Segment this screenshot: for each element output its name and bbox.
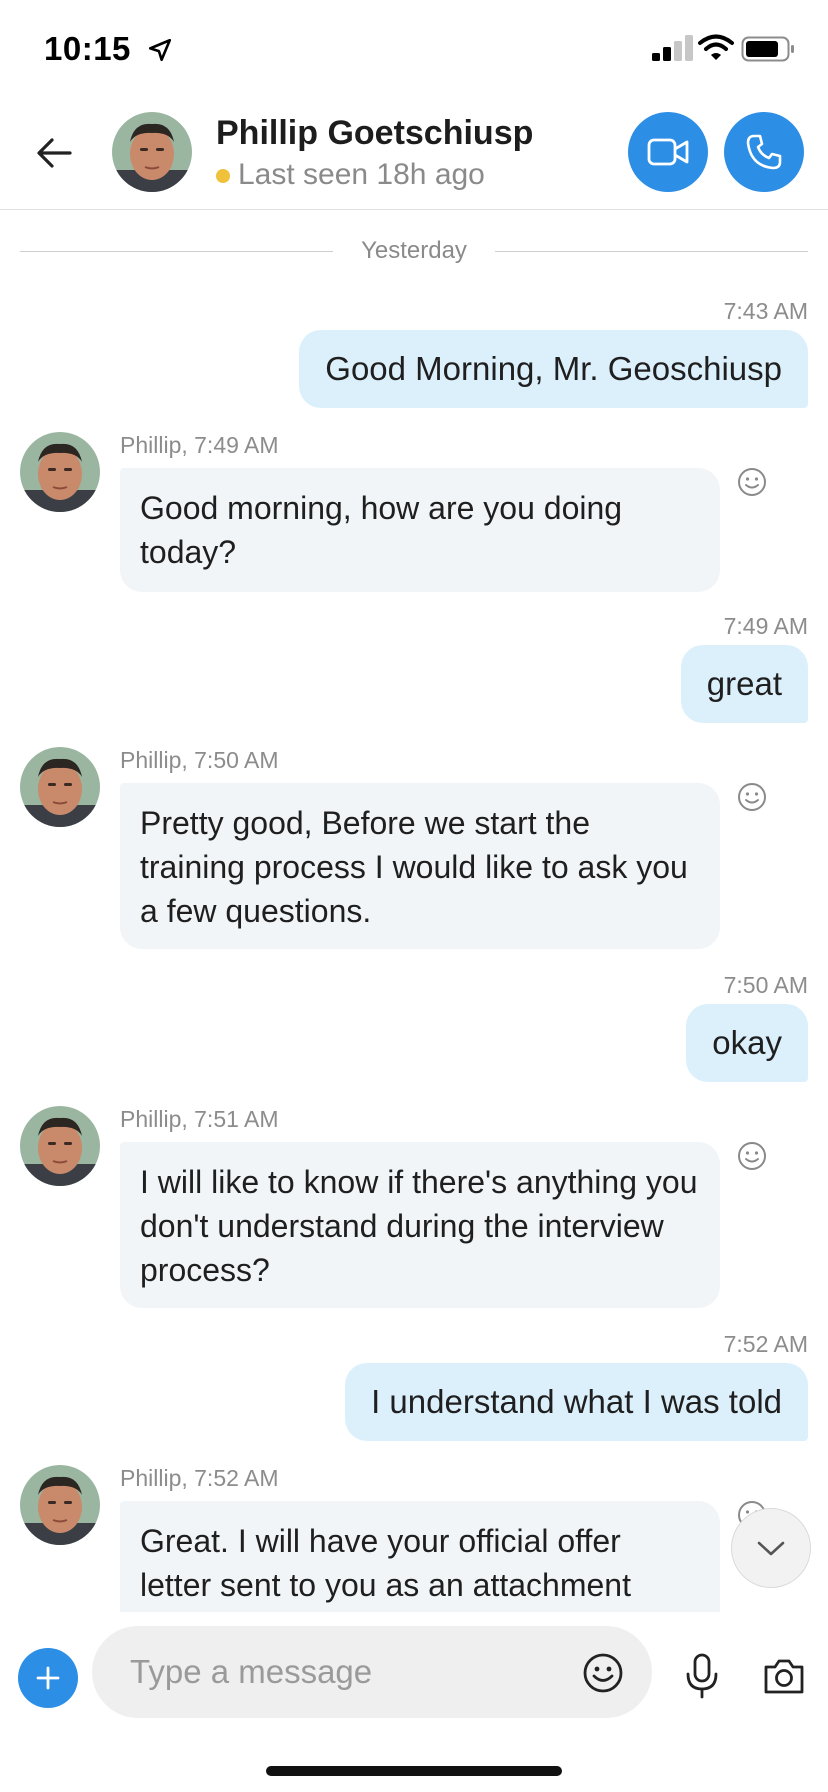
microphone-icon[interactable] [684, 1652, 720, 1700]
status-time-text: 10:15 [44, 30, 131, 67]
message-text: okay [712, 1024, 782, 1061]
message-text: I will like to know if there's anything … [140, 1164, 698, 1288]
message-text: Good Morning, Mr. Geoschiusp [325, 350, 782, 387]
incoming-message-bubble[interactable]: Pretty good, Before we start the trainin… [120, 783, 720, 949]
outgoing-message-time: 7:50 AM [723, 972, 808, 998]
status-time: 10:15 [44, 30, 173, 68]
smiley-react-icon[interactable] [736, 1140, 768, 1172]
battery-icon [741, 36, 794, 62]
video-call-button[interactable] [628, 112, 708, 192]
sender-avatar[interactable] [20, 747, 100, 827]
avatar-face-image [20, 747, 100, 827]
audio-call-button[interactable] [724, 112, 804, 192]
contact-avatar[interactable] [112, 112, 192, 192]
outgoing-message-time: 7:43 AM [723, 298, 808, 324]
chevron-down-icon [757, 1541, 785, 1556]
smiley-react-icon[interactable] [736, 466, 768, 498]
incoming-message-bubble[interactable]: Great. I will have your official offer l… [120, 1501, 720, 1612]
message-text: Pretty good, Before we start the trainin… [140, 805, 688, 929]
add-attachment-button[interactable] [18, 1648, 78, 1708]
video-camera-icon [647, 138, 689, 166]
outgoing-message-bubble[interactable]: okay [686, 1004, 808, 1082]
incoming-message: Phillip, 7:52 AM Great. I will have your… [0, 1465, 828, 1612]
presence-status: Last seen 18h ago [216, 158, 485, 192]
outgoing-message-time: 7:52 AM [723, 1331, 808, 1357]
incoming-message-meta: Phillip, 7:51 AM [120, 1106, 279, 1132]
sender-avatar[interactable] [20, 1106, 100, 1186]
home-indicator [266, 1766, 562, 1776]
message-composer [0, 1612, 828, 1792]
date-divider-label: Yesterday [361, 237, 467, 264]
presence-away-icon [216, 169, 230, 183]
outgoing-message-bubble[interactable]: Good Morning, Mr. Geoschiusp [299, 330, 808, 408]
avatar-face-image [112, 112, 192, 192]
message-input-container [92, 1626, 652, 1718]
incoming-message-meta: Phillip, 7:49 AM [120, 432, 279, 458]
message-text: I understand what I was told [371, 1383, 782, 1420]
plus-icon [36, 1666, 60, 1690]
status-bar: 10:15 [0, 0, 828, 100]
message-text: Good morning, how are you doing today? [140, 490, 623, 570]
wifi-icon [698, 34, 734, 60]
presence-text: Last seen 18h ago [238, 158, 485, 191]
avatar-face-image [20, 1106, 100, 1186]
back-arrow-icon[interactable] [30, 128, 80, 178]
divider-line-right [494, 250, 809, 252]
outgoing-message-bubble[interactable]: I understand what I was told [345, 1363, 808, 1441]
sender-avatar[interactable] [20, 432, 100, 512]
outgoing-message-bubble[interactable]: great [680, 645, 808, 723]
date-divider: Yesterday [20, 236, 809, 266]
avatar-face-image [20, 1465, 100, 1545]
chat-header: Phillip Goetschiusp Last seen 18h ago [0, 100, 828, 210]
avatar-face-image [20, 432, 100, 512]
outgoing-message-time: 7:49 AM [723, 613, 808, 639]
incoming-message-bubble[interactable]: I will like to know if there's anything … [120, 1142, 720, 1308]
divider-line-left [20, 250, 334, 252]
incoming-message-meta: Phillip, 7:50 AM [120, 747, 279, 773]
scroll-to-bottom-button[interactable] [731, 1508, 811, 1588]
contact-name[interactable]: Phillip Goetschiusp [216, 114, 533, 153]
camera-icon[interactable] [762, 1656, 806, 1696]
location-arrow-icon [148, 38, 171, 62]
incoming-message-meta: Phillip, 7:52 AM [120, 1465, 279, 1491]
message-text: great [706, 665, 782, 702]
message-text: Great. I will have your official offer l… [140, 1523, 631, 1603]
phone-icon [746, 134, 782, 170]
cellular-signal-icon [652, 35, 693, 61]
smiley-react-icon[interactable] [736, 781, 768, 813]
incoming-message-bubble[interactable]: Good morning, how are you doing today? [120, 468, 720, 592]
sender-avatar[interactable] [20, 1465, 100, 1545]
message-input[interactable] [130, 1626, 550, 1718]
emoji-icon[interactable] [582, 1652, 624, 1694]
